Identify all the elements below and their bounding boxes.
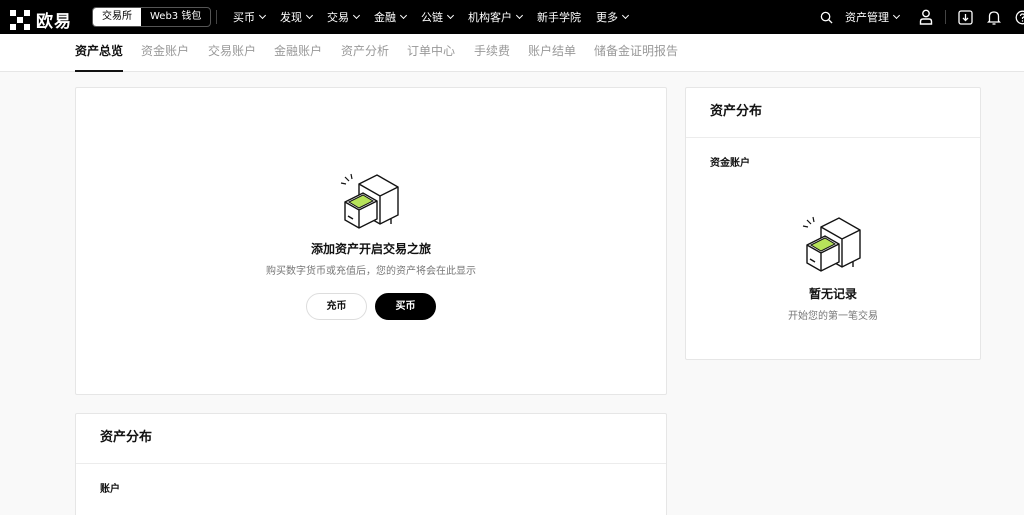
mode-exchange-tab[interactable]: 交易所 xyxy=(93,8,141,26)
tab-proof-of-reserves[interactable]: 储备金证明报告 xyxy=(594,34,678,72)
nav-item-buy[interactable]: 买币 xyxy=(233,9,267,25)
brand-name: 欧易 xyxy=(36,12,72,32)
tab-funding-account[interactable]: 资金账户 xyxy=(141,34,189,72)
chevron-down-icon xyxy=(305,11,314,20)
nav-item-finance[interactable]: 金融 xyxy=(374,9,408,25)
account-distribution-title: 资产分布 xyxy=(76,414,666,464)
nav-item-trade[interactable]: 交易 xyxy=(327,9,361,25)
divider xyxy=(945,10,946,24)
empty-drawer-icon xyxy=(340,173,399,229)
help-icon[interactable] xyxy=(1015,10,1024,25)
chevron-down-icon xyxy=(399,11,408,20)
empty-drawer-icon xyxy=(802,216,861,272)
deposit-button[interactable]: 充币 xyxy=(306,293,367,320)
chevron-down-icon xyxy=(621,11,630,20)
mode-web3-tab[interactable]: Web3 钱包 xyxy=(141,8,210,26)
asset-overview-card: 添加资产开启交易之旅 购买数字货币或充值后，您的资产将会在此显示 充币 买币 xyxy=(75,87,667,395)
no-records-state: 暂无记录 开始您的第一笔交易 xyxy=(686,215,980,322)
asset-management-menu[interactable]: 资产管理 xyxy=(845,9,901,25)
empty-state-title: 添加资产开启交易之旅 xyxy=(310,242,431,256)
tab-asset-analysis[interactable]: 资产分析 xyxy=(341,34,389,72)
tab-order-center[interactable]: 订单中心 xyxy=(407,34,455,72)
tab-statements[interactable]: 账户结单 xyxy=(528,34,576,72)
funding-account-label: 资金账户 xyxy=(710,158,750,169)
bell-icon[interactable] xyxy=(987,10,1001,25)
asset-distribution-title: 资产分布 xyxy=(686,88,980,138)
asset-management-label: 资产管理 xyxy=(845,11,889,24)
empty-state-description: 购买数字货币或充值后，您的资产将会在此显示 xyxy=(266,266,476,277)
no-records-title: 暂无记录 xyxy=(808,287,857,301)
brand-logo[interactable]: 欧易 xyxy=(10,7,72,32)
top-navbar: 欧易 交易所 Web3 钱包 买币 发现 交易 金融 公链 机构客户 新手学院 … xyxy=(0,0,1024,34)
user-icon[interactable] xyxy=(919,9,933,25)
search-icon[interactable] xyxy=(820,11,833,24)
nav-item-discover[interactable]: 发现 xyxy=(280,9,314,25)
download-icon[interactable] xyxy=(958,9,973,25)
nav-item-more[interactable]: 更多 xyxy=(596,9,630,25)
chevron-down-icon xyxy=(352,11,361,20)
mode-switch: 交易所 Web3 钱包 xyxy=(92,7,212,27)
nav-item-chain[interactable]: 公链 xyxy=(421,9,455,25)
action-buttons: 充币 买币 xyxy=(76,293,666,320)
buy-crypto-button[interactable]: 买币 xyxy=(375,293,436,320)
no-records-description: 开始您的第一笔交易 xyxy=(788,311,878,322)
chevron-down-icon xyxy=(446,11,455,20)
chevron-down-icon xyxy=(258,11,267,20)
tab-trading-account[interactable]: 交易账户 xyxy=(208,34,256,72)
main-nav: 买币 发现 交易 金融 公链 机构客户 新手学院 更多 xyxy=(233,0,643,34)
nav-item-academy[interactable]: 新手学院 xyxy=(537,9,581,25)
account-label: 账户 xyxy=(100,484,120,495)
asset-distribution-card: 资产分布 资金账户 暂无记录 开始您的第一笔交易 xyxy=(685,87,981,360)
asset-tabs: 资产总览 资金账户 交易账户 金融账户 资产分析 订单中心 手续费 账户结单 储… xyxy=(0,34,1024,72)
tab-overview[interactable]: 资产总览 xyxy=(75,34,124,72)
chevron-down-icon xyxy=(515,11,524,20)
nav-divider xyxy=(216,10,217,24)
okx-logo-icon xyxy=(10,9,30,30)
empty-state: 添加资产开启交易之旅 购买数字货币或充值后，您的资产将会在此显示 充币 买币 xyxy=(76,172,666,320)
account-distribution-card: 资产分布 账户 xyxy=(75,413,667,515)
chevron-down-icon xyxy=(892,11,901,20)
nav-item-institutional[interactable]: 机构客户 xyxy=(468,9,524,25)
top-right-tools: 资产管理 xyxy=(820,0,1024,34)
tab-fees[interactable]: 手续费 xyxy=(474,34,510,72)
tab-finance-account[interactable]: 金融账户 xyxy=(274,34,322,72)
